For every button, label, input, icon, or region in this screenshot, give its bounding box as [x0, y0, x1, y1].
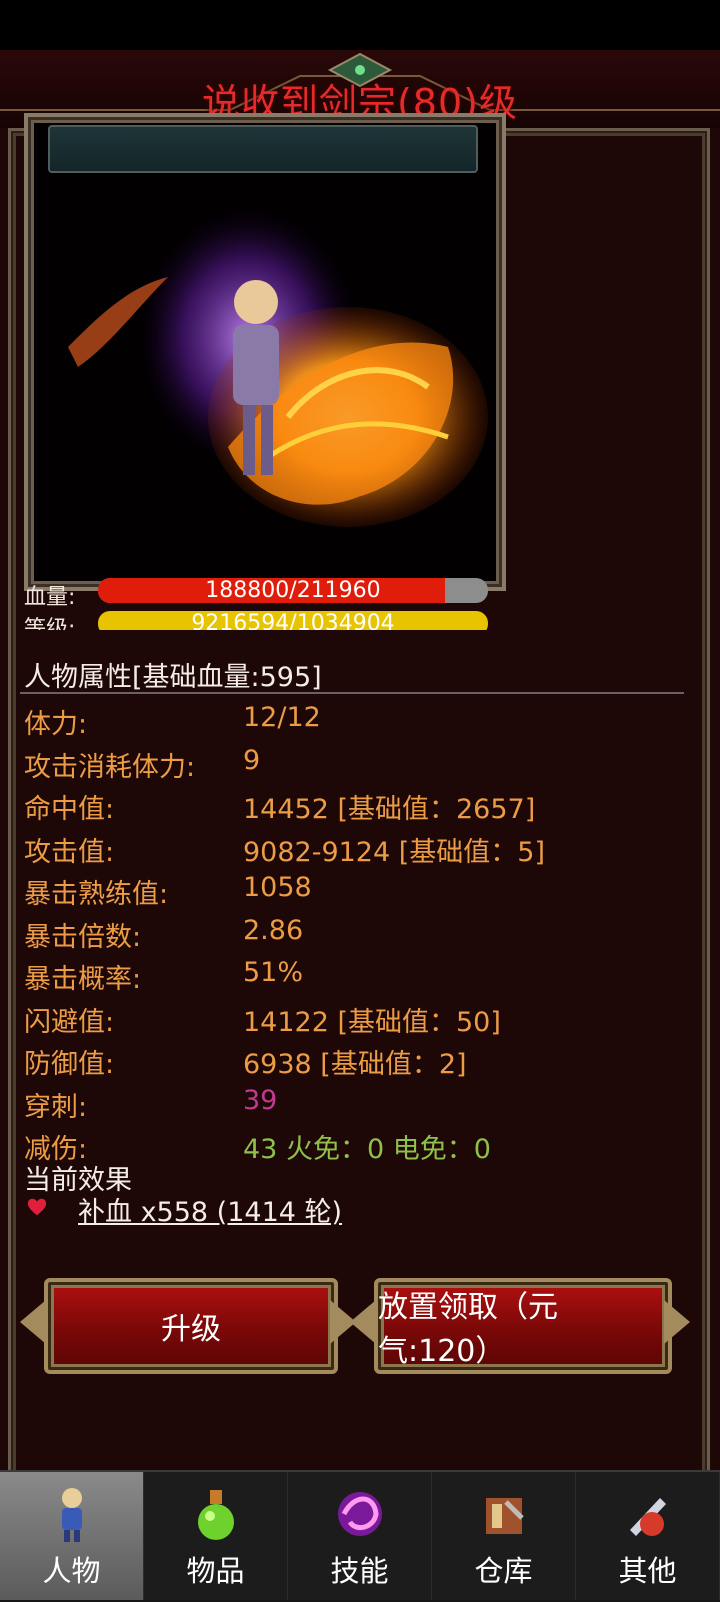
nav-tab-0[interactable]: 人物	[0, 1472, 145, 1600]
attribute-value: 12/12	[243, 702, 321, 733]
attribute-label: 暴击熟练值:	[24, 879, 169, 910]
skill-icon	[334, 1484, 386, 1544]
hp-label: 血量:	[24, 585, 76, 610]
nav-tab-label: 其他	[618, 1554, 677, 1588]
nav-tab-2[interactable]: 技能	[288, 1472, 433, 1600]
other-icon	[622, 1484, 674, 1544]
attribute-value: 1058	[243, 872, 312, 903]
attribute-label: 穿刺:	[24, 1091, 88, 1123]
attribute-value: 9082-9124 [基础值：5]	[243, 836, 545, 868]
nav-tab-4[interactable]: 其他	[576, 1472, 720, 1600]
attribute-value: 14122 [基础值：50]	[243, 1006, 501, 1038]
attribute-label: 防御值:	[24, 1049, 115, 1080]
attribute-row: 攻击值: 9082-9124 [基础值：5]	[24, 825, 704, 868]
nav-tab-label: 人物	[42, 1554, 101, 1588]
attribute-value: 14452 [基础值：2657]	[243, 794, 536, 825]
nav-tab-label: 技能	[330, 1554, 389, 1588]
attributes-divider	[20, 692, 684, 694]
attribute-row: 命中值: 14452 [基础值：2657]	[24, 782, 704, 825]
attribute-label: 攻击值:	[24, 836, 115, 868]
attribute-label: 体力:	[24, 709, 88, 740]
nav-tab-label: 仓库	[474, 1554, 533, 1588]
attribute-value: 43 火免：0 电免：0	[243, 1134, 491, 1165]
attribute-list: 体力: 12/12 攻击消耗体力: 9 命中值: 14452 [基础值：2657] 攻击值:…	[24, 697, 704, 1165]
attribute-row: 暴击概率: 51%	[24, 952, 704, 995]
attribute-label: 暴击概率:	[24, 964, 142, 995]
upgrade-button[interactable]: 升级	[44, 1278, 338, 1374]
attribute-row: 防御值: 6938 [基础值：2]	[24, 1037, 704, 1080]
attribute-row: 攻击消耗体力: 9	[24, 740, 704, 783]
heart-icon	[27, 1198, 47, 1216]
character-avatar-image	[68, 207, 488, 527]
nav-tab-label: 物品	[186, 1554, 245, 1588]
attribute-label: 命中值:	[24, 794, 115, 825]
attribute-value: 6938 [基础值：2]	[243, 1049, 467, 1080]
character-icon	[46, 1484, 98, 1544]
attribute-value: 51%	[243, 957, 304, 988]
bottom-navigation: 人物 物品 技能 仓库 其他	[0, 1470, 720, 1602]
effect-heal-link[interactable]: 补血 x558 (1414 轮)	[78, 1190, 342, 1229]
attribute-row: 闪避值: 14122 [基础值：50]	[24, 995, 704, 1038]
idle-claim-button[interactable]: 放置领取（元气:120）	[374, 1278, 672, 1374]
attribute-value: 2.86	[243, 914, 304, 946]
nav-tab-3[interactable]: 仓库	[432, 1472, 577, 1600]
attribute-label: 暴击倍数:	[24, 921, 142, 953]
attribute-row: 暴击熟练值: 1058	[24, 867, 704, 910]
system-status-bar	[0, 0, 720, 50]
warehouse-icon	[478, 1484, 530, 1544]
bar-overlap-mask	[20, 630, 500, 644]
attributes-header: 人物属性[基础血量:595]	[24, 662, 322, 693]
character-portrait	[24, 113, 506, 591]
attribute-value: 9	[243, 744, 261, 776]
attribute-label: 攻击消耗体力:	[24, 751, 196, 783]
attribute-label: 闪避值:	[24, 1006, 115, 1038]
attribute-row: 体力: 12/12	[24, 697, 704, 740]
attribute-row: 暴击倍数: 2.86	[24, 910, 704, 953]
attribute-row: 穿刺: 39	[24, 1080, 704, 1123]
potion-icon	[190, 1484, 242, 1544]
nav-tab-1[interactable]: 物品	[144, 1472, 289, 1600]
hp-value: 188800/211960	[205, 578, 381, 603]
hp-bar: 188800/211960	[98, 578, 488, 603]
attribute-value: 39	[243, 1084, 278, 1116]
